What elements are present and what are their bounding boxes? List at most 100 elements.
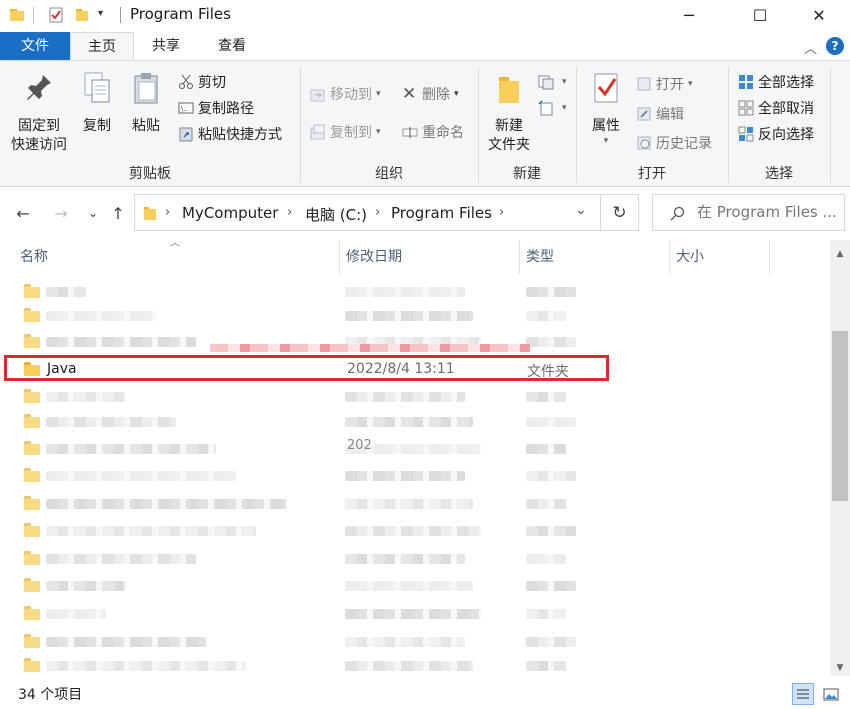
tab-file[interactable]: 文件: [0, 32, 70, 60]
column-header-type[interactable]: 类型: [520, 240, 670, 274]
blurred-text: [526, 637, 576, 647]
folder-icon: [24, 414, 40, 428]
move-to-button[interactable]: 移动到 ▾: [310, 83, 381, 105]
breadcrumb-separator-icon[interactable]: ›: [287, 205, 292, 220]
breadcrumb-mycomputer[interactable]: MyComputer: [182, 204, 278, 222]
properties-button[interactable]: 属性 ▾: [584, 71, 628, 146]
up-arrow-icon[interactable]: ↑: [107, 202, 129, 224]
delete-button[interactable]: ✕ 删除 ▾: [402, 83, 459, 105]
select-none-icon: [738, 100, 754, 116]
refresh-icon[interactable]: ↻: [601, 194, 639, 231]
breadcrumb-separator-icon[interactable]: ›: [499, 205, 504, 220]
folder-icon[interactable]: [8, 6, 26, 24]
tab-home[interactable]: 主页: [70, 32, 134, 60]
paste-button[interactable]: 粘贴: [124, 71, 168, 136]
pin-quick-access-button[interactable]: 固定到 快速访问: [6, 71, 72, 155]
easy-access-icon: [538, 100, 553, 116]
properties-dropdown-icon: ▾: [603, 136, 609, 146]
easy-access-button[interactable]: ▾: [538, 97, 567, 119]
breadcrumb-separator-icon[interactable]: ›: [165, 205, 170, 220]
maximize-button[interactable]: ☐: [737, 0, 783, 30]
list-item[interactable]: [8, 652, 608, 676]
column-header-name[interactable]: 名称: [14, 240, 340, 274]
copy-path-button[interactable]: \.. 复制路径: [178, 97, 254, 119]
clipboard-group: 固定到 快速访问 复制 粘贴 剪切 \.. 复制路径 粘贴快捷方式 剪贴板: [0, 61, 300, 187]
select-group-label: 选择: [765, 166, 793, 182]
new-folder-button[interactable]: 新建 文件夹: [484, 71, 534, 155]
open-button[interactable]: 打开 ▾: [636, 73, 693, 95]
customize-toolbar-icon[interactable]: ▾: [98, 8, 103, 19]
blurred-text: [345, 581, 473, 591]
list-item[interactable]: [8, 302, 608, 330]
ribbon-tabs: 文件 主页 共享 查看 ︿ ?: [0, 32, 850, 60]
recent-locations-chevron-icon[interactable]: ⌄: [82, 202, 104, 224]
properties-label: 属性: [592, 118, 620, 134]
blurred-text: [526, 417, 576, 427]
folder-icon: [24, 658, 40, 672]
history-button[interactable]: 历史记录: [636, 132, 712, 154]
breadcrumb-c-drive[interactable]: 电脑 (C:): [305, 204, 367, 225]
edit-button[interactable]: 编辑: [636, 103, 684, 125]
item-count: 34 个项目: [18, 687, 83, 703]
paste-shortcut-button[interactable]: 粘贴快捷方式: [178, 123, 282, 145]
address-dropdown-chevron-icon[interactable]: ⌄: [575, 202, 587, 218]
title-bar: ▾ Program Files ─ ☐ ✕: [0, 0, 850, 32]
list-item[interactable]: [8, 490, 608, 518]
scroll-down-icon[interactable]: ▼: [830, 660, 850, 676]
breadcrumb-separator-icon[interactable]: ›: [375, 205, 380, 220]
tab-view[interactable]: 查看: [202, 32, 262, 60]
forward-arrow-icon[interactable]: →: [50, 202, 72, 224]
svg-text:\..: \..: [181, 105, 188, 113]
new-group-label: 新建: [513, 166, 541, 182]
large-icons-view-icon[interactable]: [820, 683, 842, 705]
invert-selection-button[interactable]: 反向选择: [738, 123, 814, 145]
divider: [33, 6, 34, 24]
tab-share[interactable]: 共享: [136, 32, 196, 60]
help-icon[interactable]: ?: [826, 37, 844, 55]
list-item[interactable]: [8, 600, 608, 628]
search-input[interactable]: [697, 203, 841, 221]
select-none-button[interactable]: 全部取消: [738, 97, 814, 119]
blurred-text: [345, 287, 465, 297]
address-bar[interactable]: › MyComputer › 电脑 (C:) › Program Files ›…: [134, 194, 601, 231]
delete-label: 删除: [422, 87, 450, 103]
new-folder-icon[interactable]: [73, 6, 91, 24]
list-item[interactable]: [8, 462, 608, 490]
select-all-icon: [739, 75, 753, 89]
new-item-button[interactable]: ▾: [538, 71, 567, 93]
breadcrumb-program-files[interactable]: Program Files: [391, 204, 492, 222]
search-box[interactable]: [652, 194, 845, 231]
column-header-date[interactable]: 修改日期: [340, 240, 520, 274]
vertical-scrollbar[interactable]: ▲ ▼: [830, 240, 850, 676]
list-item[interactable]: [8, 408, 608, 436]
collapse-ribbon-icon[interactable]: ︿: [804, 38, 817, 57]
scrollbar-thumb[interactable]: [832, 331, 848, 501]
list-item[interactable]: [8, 517, 608, 545]
list-item[interactable]: [8, 435, 608, 463]
folder-icon: [24, 441, 40, 455]
list-item[interactable]: [8, 383, 608, 411]
cut-button[interactable]: 剪切: [178, 71, 226, 93]
properties-check-icon[interactable]: [47, 6, 65, 24]
blurred-text: [345, 392, 465, 402]
copy-button[interactable]: 复制: [76, 71, 118, 136]
folder-icon: [24, 389, 40, 403]
rename-button[interactable]: 重命名: [402, 121, 464, 143]
scissors-icon: [179, 74, 193, 89]
blurred-text: [46, 392, 126, 402]
list-item[interactable]: [8, 572, 608, 600]
back-arrow-icon[interactable]: ←: [12, 202, 34, 224]
close-button[interactable]: ✕: [796, 0, 842, 30]
copy-to-button[interactable]: 复制到 ▾: [310, 121, 381, 143]
open-group: 属性 ▾ 打开 ▾ 编辑 历史记录 打开: [576, 61, 728, 187]
blurred-text: [526, 554, 566, 564]
blurred-text: [46, 526, 256, 536]
column-header-size[interactable]: 大小: [670, 240, 770, 274]
scroll-up-icon[interactable]: ▲: [830, 246, 850, 262]
select-all-button[interactable]: 全部选择: [738, 71, 814, 93]
folder-icon: [24, 634, 40, 648]
new-group: 新建 文件夹 ▾ ▾ 新建: [478, 61, 576, 187]
minimize-button[interactable]: ─: [666, 0, 712, 30]
details-view-icon[interactable]: [792, 683, 814, 705]
list-item[interactable]: [8, 545, 608, 573]
